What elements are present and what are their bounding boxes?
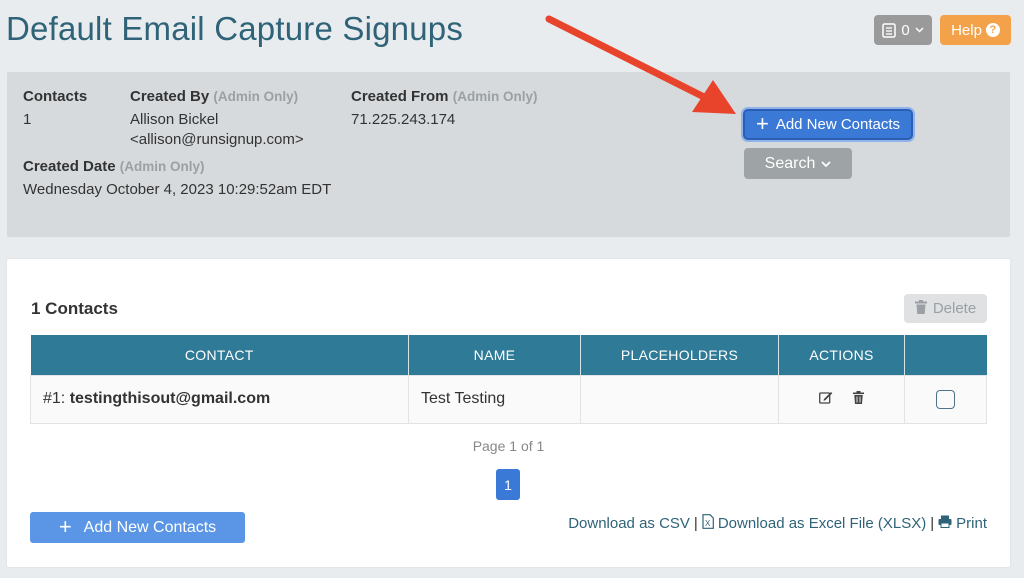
excel-file-icon: X — [702, 514, 714, 533]
contact-cell: #1: testingthisout@gmail.com — [30, 374, 409, 424]
name-cell: Test Testing — [408, 374, 581, 424]
plus-icon: + — [755, 110, 769, 136]
edit-icon[interactable] — [818, 391, 833, 408]
placeholders-cell — [580, 374, 779, 424]
add-new-contacts-label: Add New Contacts — [775, 116, 901, 133]
contacts-card: 1 Contacts Delete CONTACT NAME PLACEHOLD… — [7, 259, 1010, 567]
admin-only-badge: (Admin Only) — [452, 89, 538, 104]
contacts-table: CONTACT NAME PLACEHOLDERS ACTIONS #1: te… — [30, 335, 987, 424]
print-link[interactable]: Print — [956, 515, 987, 532]
contacts-label: Contacts — [23, 88, 88, 105]
created-date-value: Wednesday October 4, 2023 10:29:52am EDT — [23, 181, 332, 198]
add-new-contacts-button[interactable]: + Add New Contacts — [743, 109, 913, 140]
actions-cell — [778, 374, 905, 424]
info-panel: Contacts 1 Created By (Admin Only) Allis… — [7, 72, 1010, 237]
column-header-name[interactable]: NAME — [408, 335, 581, 375]
plus-icon: + — [58, 513, 72, 539]
help-button[interactable]: Help ? — [940, 15, 1011, 45]
created-from-label: Created From — [351, 88, 449, 105]
column-header-placeholders[interactable]: PLACEHOLDERS — [580, 335, 779, 375]
contacts-info: Contacts 1 — [23, 87, 87, 130]
created-date-info: Created Date (Admin Only) Wednesday Octo… — [23, 157, 331, 200]
separator: | — [693, 515, 698, 532]
trash-icon[interactable] — [853, 390, 865, 408]
trash-icon — [914, 299, 927, 318]
cart-dropdown-button[interactable]: 0 — [874, 15, 932, 45]
contacts-value: 1 — [23, 111, 32, 128]
created-by-label: Created By — [130, 88, 210, 105]
contact-index: #1: — [43, 390, 70, 407]
admin-only-badge: (Admin Only) — [119, 159, 205, 174]
contacts-count: 1 Contacts — [31, 299, 118, 318]
add-new-contacts-bottom-button[interactable]: + Add New Contacts — [30, 512, 245, 543]
admin-only-badge: (Admin Only) — [213, 89, 299, 104]
table-header-row: CONTACT NAME PLACEHOLDERS ACTIONS — [30, 335, 987, 375]
download-excel-link[interactable]: Download as Excel File (XLSX) — [718, 515, 926, 532]
chevron-down-icon — [821, 155, 831, 173]
top-actions: 0 Help ? — [874, 15, 1011, 45]
chevron-down-icon — [915, 27, 924, 33]
page-title: Default Email Capture Signups — [6, 10, 464, 47]
created-by-info: Created By (Admin Only) Allison Bickel <… — [130, 87, 304, 150]
question-icon: ? — [985, 23, 1000, 37]
created-from-value: 71.225.243.174 — [351, 111, 456, 128]
created-by-email: <allison@runsignup.com> — [130, 131, 304, 148]
delete-button[interactable]: Delete — [904, 294, 987, 323]
add-new-contacts-bottom-label: Add New Contacts — [83, 518, 217, 536]
search-button[interactable]: Search — [744, 148, 852, 179]
help-label: Help — [951, 21, 982, 39]
print-icon — [938, 515, 952, 532]
delete-label: Delete — [932, 300, 977, 317]
search-label: Search — [764, 154, 816, 172]
created-from-info: Created From (Admin Only) 71.225.243.174 — [351, 87, 537, 130]
select-cell — [904, 374, 987, 424]
created-date-label: Created Date — [23, 158, 116, 175]
created-by-name: Allison Bickel — [130, 111, 219, 128]
table-row: #1: testingthisout@gmail.com Test Testin… — [30, 374, 987, 424]
pagination-page-button[interactable]: 1 — [496, 469, 520, 500]
column-header-actions: ACTIONS — [778, 335, 905, 375]
column-header-contact[interactable]: CONTACT — [30, 335, 409, 375]
contact-email: testingthisout@gmail.com — [69, 390, 271, 407]
pagination-info: Page 1 of 1 — [472, 438, 545, 454]
download-links: Download as CSV | X Download as Excel Fi… — [568, 514, 987, 533]
row-select-checkbox[interactable] — [936, 389, 955, 409]
column-header-select — [904, 335, 987, 375]
list-icon — [882, 22, 897, 38]
cart-count: 0 — [901, 21, 910, 39]
download-csv-link[interactable]: Download as CSV — [568, 515, 690, 532]
svg-text:X: X — [705, 519, 711, 528]
separator: | — [930, 515, 935, 532]
